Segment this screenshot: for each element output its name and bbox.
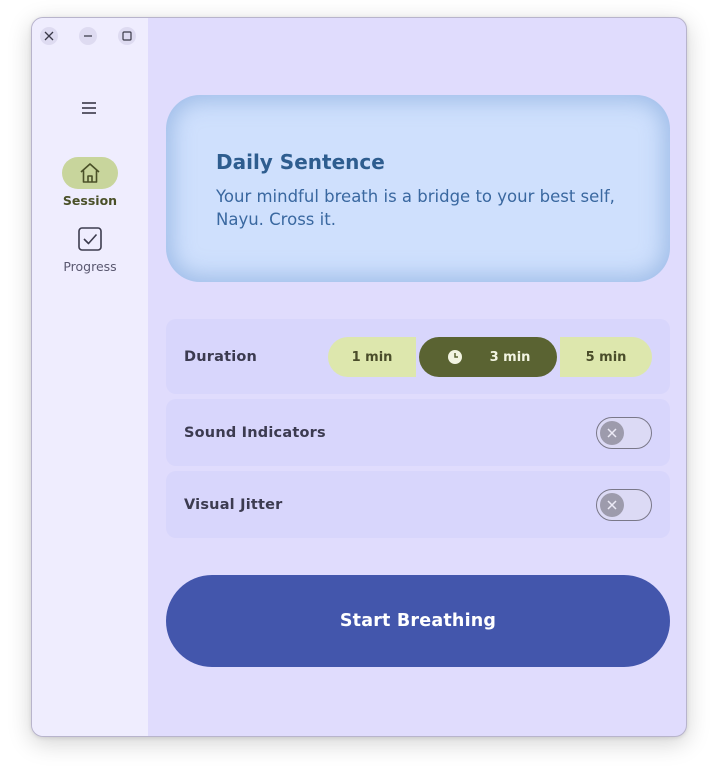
visual-jitter-label: Visual Jitter (184, 496, 283, 513)
sound-indicators-row: Sound Indicators (166, 399, 670, 466)
duration-option-3min[interactable]: 3 min (419, 337, 557, 377)
duration-option-label: 1 min (351, 349, 393, 365)
minimize-icon (84, 35, 92, 37)
daily-sentence-title: Daily Sentence (216, 150, 385, 174)
nav-item-progress[interactable]: Progress (32, 223, 148, 274)
duration-option-1min[interactable]: 1 min (328, 337, 416, 377)
nav-progress-label: Progress (63, 259, 117, 274)
visual-jitter-toggle[interactable] (596, 488, 652, 521)
daily-sentence-card: Daily Sentence Your mindful breath is a … (166, 95, 670, 282)
duration-option-label: 3 min (489, 349, 531, 365)
maximize-window-button[interactable] (118, 27, 136, 45)
hamburger-menu-button[interactable] (79, 98, 99, 118)
maximize-icon (122, 31, 132, 41)
daily-sentence-text: Your mindful breath is a bridge to your … (216, 187, 615, 229)
app-window: Session Progress Daily Sentence Your min… (31, 17, 687, 737)
sidebar: Session Progress (32, 18, 148, 736)
toggle-knob (600, 420, 624, 445)
duration-row: Duration 1 min 3 min 5 min (166, 319, 670, 394)
start-breathing-button[interactable]: Start Breathing (166, 575, 670, 667)
duration-selector: 1 min 3 min 5 min (328, 337, 652, 377)
close-icon (44, 31, 54, 41)
visual-jitter-row: Visual Jitter (166, 471, 670, 538)
sound-indicators-toggle[interactable] (596, 416, 652, 449)
checkbox-icon (78, 227, 102, 251)
toggle-knob (600, 492, 624, 517)
x-icon (607, 499, 617, 510)
home-icon (80, 163, 100, 183)
duration-label: Duration (184, 348, 258, 365)
clock-icon (448, 350, 462, 364)
x-icon (607, 427, 617, 438)
nav-item-session[interactable]: Session (32, 157, 148, 208)
sound-indicators-label: Sound Indicators (184, 424, 326, 441)
hamburger-icon (82, 102, 96, 114)
duration-option-5min[interactable]: 5 min (560, 337, 652, 377)
close-window-button[interactable] (40, 27, 58, 45)
nav-progress-pill (62, 223, 118, 255)
nav-session-pill (62, 157, 118, 189)
duration-option-label: 5 min (585, 349, 627, 365)
nav-session-label: Session (62, 193, 118, 208)
minimize-window-button[interactable] (79, 27, 97, 45)
